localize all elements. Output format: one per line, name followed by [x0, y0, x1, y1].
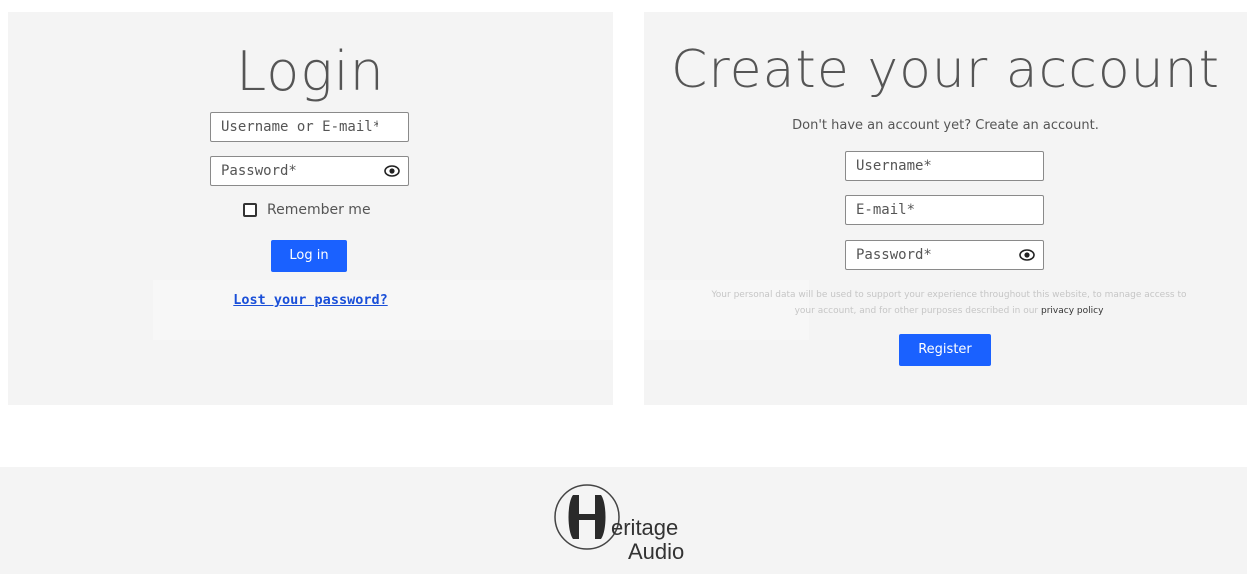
login-password-field[interactable] [210, 156, 409, 186]
login-panel: Login Remember me Log in Lost your passw… [8, 12, 613, 405]
register-username-field[interactable] [845, 151, 1044, 181]
eye-icon[interactable] [1019, 248, 1035, 262]
remember-me-checkbox[interactable] [243, 203, 257, 217]
login-username-input[interactable] [211, 113, 408, 141]
remember-me-label: Remember me [267, 202, 371, 218]
register-password-input[interactable] [846, 241, 1043, 269]
lost-password-link[interactable]: Lost your password? [233, 292, 387, 308]
footer: eritage Audio [0, 467, 1247, 574]
privacy-policy-link[interactable]: privacy policy [1041, 306, 1103, 316]
register-password-field[interactable] [845, 240, 1044, 270]
register-panel: Create your account Don't have an accoun… [644, 12, 1247, 405]
login-button[interactable]: Log in [271, 240, 347, 272]
logo-text-line2: Audio [628, 539, 685, 564]
register-username-input[interactable] [846, 152, 1043, 180]
register-email-input[interactable] [846, 196, 1043, 224]
register-title: Create your account [671, 40, 1220, 100]
login-title: Login [236, 40, 385, 103]
login-password-input[interactable] [211, 157, 408, 185]
privacy-notice-text: Your personal data will be used to suppo… [711, 290, 1187, 316]
privacy-notice: Your personal data will be used to suppo… [704, 287, 1194, 319]
register-button[interactable]: Register [899, 334, 991, 366]
logo-text-line1: eritage [611, 515, 679, 540]
lost-password-row: Lost your password? [8, 291, 613, 309]
eye-icon[interactable] [384, 164, 400, 178]
register-email-field[interactable] [845, 195, 1044, 225]
remember-me-row[interactable]: Remember me [243, 202, 371, 218]
login-username-field[interactable] [210, 112, 409, 142]
register-intro: Don't have an account yet? Create an acc… [792, 118, 1099, 133]
faint-overlay [153, 280, 613, 340]
heritage-audio-logo[interactable]: eritage Audio [553, 481, 713, 573]
